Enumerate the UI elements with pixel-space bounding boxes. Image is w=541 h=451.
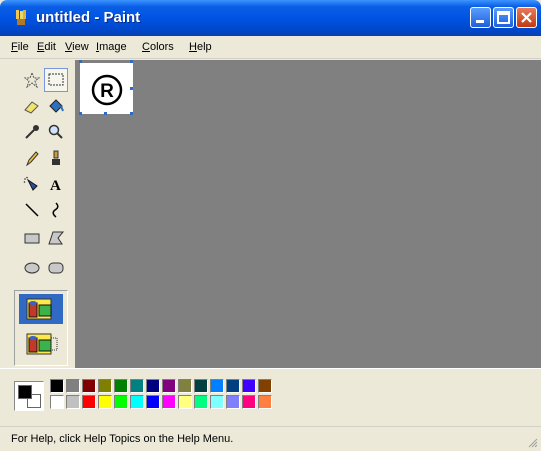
pencil-tool[interactable] <box>20 146 44 170</box>
select-icon <box>48 73 64 86</box>
color-swatch[interactable] <box>146 379 160 393</box>
color-swatch[interactable] <box>114 395 128 409</box>
eraser-icon <box>24 101 39 114</box>
text-icon: A <box>50 178 61 192</box>
color-swatch[interactable] <box>66 395 80 409</box>
registered-mark-drawing: R <box>91 74 123 106</box>
color-swatch[interactable] <box>210 379 224 393</box>
transparent-option[interactable] <box>19 329 63 359</box>
color-swatch[interactable] <box>210 395 224 409</box>
close-icon <box>521 12 532 23</box>
resize-handle-top-left[interactable] <box>79 60 82 63</box>
maximize-icon <box>497 11 510 24</box>
color-swatch[interactable] <box>178 395 192 409</box>
color-swatch[interactable] <box>258 395 272 409</box>
color-swatch[interactable] <box>162 395 176 409</box>
current-colors[interactable] <box>14 381 44 411</box>
color-swatch[interactable] <box>50 379 64 393</box>
title-bar: untitled - Paint <box>0 0 541 36</box>
drawing-canvas[interactable]: R <box>80 63 133 114</box>
menu-help[interactable]: Help <box>189 41 212 53</box>
color-swatch[interactable] <box>146 395 160 409</box>
resize-handle-bottom-left[interactable] <box>79 112 82 115</box>
status-text: For Help, click Help Topics on the Help … <box>11 433 234 445</box>
eyedropper-icon <box>25 125 39 139</box>
color-swatch[interactable] <box>258 379 272 393</box>
airbrush-tool[interactable] <box>20 172 44 196</box>
color-swatch[interactable] <box>50 395 64 409</box>
select-tool[interactable] <box>44 68 68 92</box>
minimize-button[interactable] <box>470 7 491 28</box>
canvas-area[interactable]: R <box>75 60 541 368</box>
transparent-shapes-icon <box>26 333 58 355</box>
pencil-icon <box>26 151 39 166</box>
eraser-tool[interactable] <box>20 94 44 118</box>
fill-with-color-tool[interactable] <box>44 94 68 118</box>
text-tool[interactable]: A <box>44 172 68 196</box>
curve-icon <box>52 202 59 218</box>
resize-grip-icon[interactable] <box>526 436 538 448</box>
magnifier-tool[interactable] <box>44 120 68 144</box>
ellipse-tool[interactable] <box>20 256 44 280</box>
status-bar: For Help, click Help Topics on the Help … <box>0 426 541 451</box>
minimize-icon <box>476 20 484 23</box>
color-palette <box>0 368 541 427</box>
color-swatch[interactable] <box>82 395 96 409</box>
resize-handle-bottom-right[interactable] <box>130 112 133 115</box>
color-swatch[interactable] <box>226 395 240 409</box>
brush-icon <box>52 150 60 165</box>
resize-handle-right[interactable] <box>130 87 133 90</box>
svg-text:A: A <box>50 178 61 192</box>
menu-bar: File Edit View Image Colors Help <box>0 36 541 59</box>
color-swatch[interactable] <box>178 379 192 393</box>
polygon-icon <box>48 231 65 245</box>
line-tool[interactable] <box>20 198 44 222</box>
color-swatch[interactable] <box>242 379 256 393</box>
menu-file[interactable]: File <box>11 41 29 53</box>
color-swatch[interactable] <box>194 379 208 393</box>
color-swatch[interactable] <box>98 395 112 409</box>
free-form-select-icon <box>24 72 40 88</box>
polygon-tool[interactable] <box>44 226 68 250</box>
menu-colors[interactable]: Colors <box>142 41 174 53</box>
svg-text:R: R <box>100 81 114 102</box>
resize-handle-bottom[interactable] <box>104 112 107 115</box>
curve-tool[interactable] <box>44 198 68 222</box>
menu-view[interactable]: View <box>65 41 89 53</box>
pick-color-tool[interactable] <box>20 120 44 144</box>
color-swatch[interactable] <box>130 395 144 409</box>
color-swatch[interactable] <box>82 379 96 393</box>
ellipse-icon <box>24 262 40 274</box>
color-swatch[interactable] <box>162 379 176 393</box>
rounded-rectangle-icon <box>48 262 64 274</box>
window-title: untitled - Paint <box>36 9 141 26</box>
rounded-rectangle-tool[interactable] <box>44 256 68 280</box>
tool-options-box <box>14 290 68 366</box>
toolbox: A <box>10 60 72 368</box>
free-form-select-tool[interactable] <box>20 68 44 92</box>
menu-image[interactable]: Image <box>96 41 127 53</box>
color-swatch[interactable] <box>242 395 256 409</box>
paint-app-icon[interactable] <box>14 10 28 26</box>
menu-edit[interactable]: Edit <box>37 41 56 53</box>
foreground-color-swatch <box>18 385 32 399</box>
resize-handle-top-right[interactable] <box>130 60 133 63</box>
brush-tool[interactable] <box>44 146 68 170</box>
color-swatch[interactable] <box>130 379 144 393</box>
opaque-shapes-icon <box>26 298 52 320</box>
color-swatch[interactable] <box>66 379 80 393</box>
fill-bucket-icon <box>49 99 64 113</box>
magnifier-icon <box>48 124 63 139</box>
line-icon <box>25 203 39 217</box>
color-swatch[interactable] <box>226 379 240 393</box>
color-swatch[interactable] <box>194 395 208 409</box>
close-button[interactable] <box>516 7 537 28</box>
maximize-button[interactable] <box>493 7 514 28</box>
airbrush-icon <box>23 176 38 191</box>
opaque-option[interactable] <box>19 294 63 324</box>
color-swatch[interactable] <box>98 379 112 393</box>
rectangle-icon <box>24 233 40 244</box>
color-swatch[interactable] <box>114 379 128 393</box>
rectangle-tool[interactable] <box>20 226 44 250</box>
